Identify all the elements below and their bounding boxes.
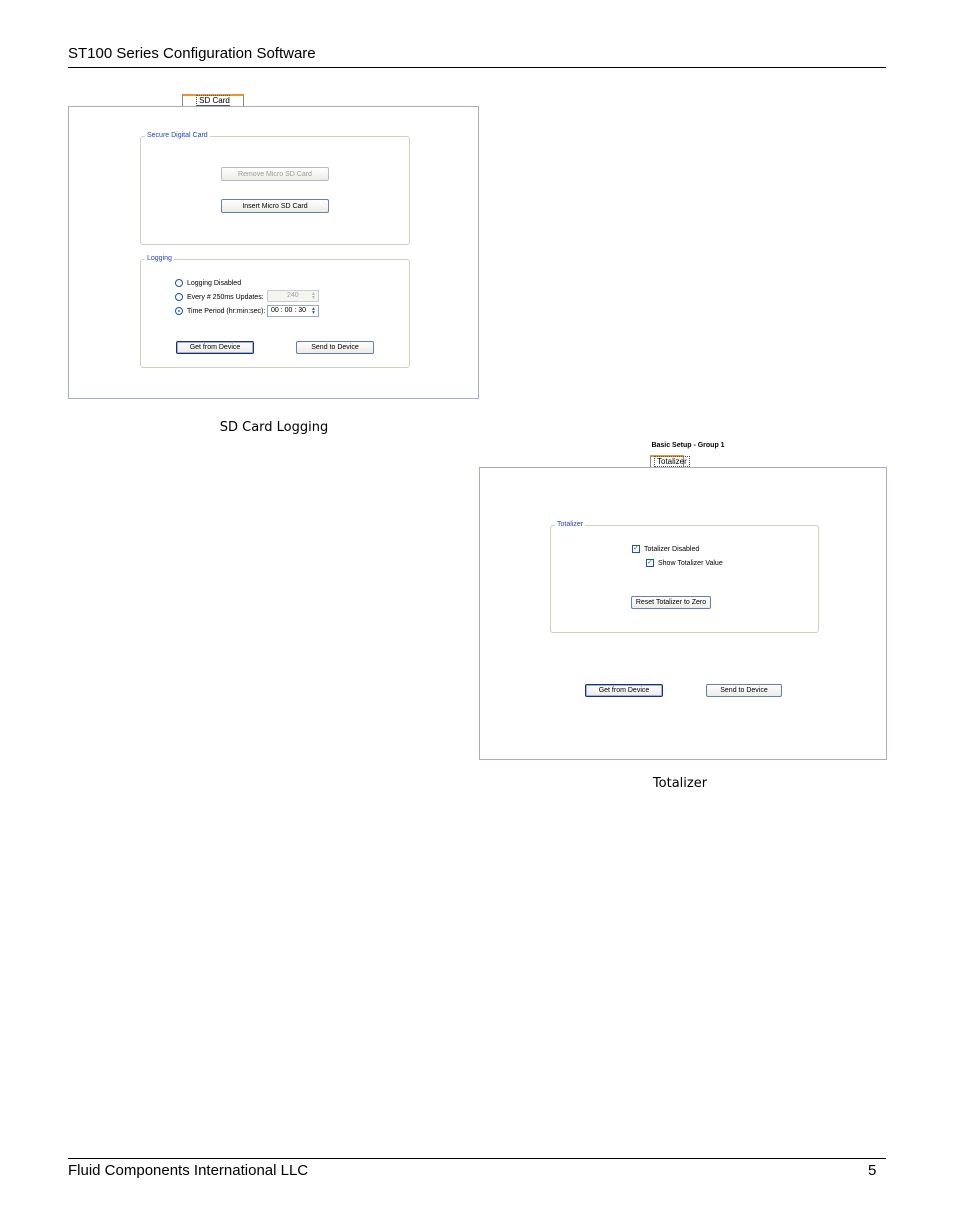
every-updates-radio[interactable]: [175, 293, 183, 301]
stepper-arrows-icon[interactable]: ▲ ▼: [310, 307, 317, 316]
show-totalizer-value-label: Show Totalizer Value: [658, 560, 723, 567]
checkmark-icon: ✓: [647, 559, 653, 566]
totalizer-disabled-label: Totalizer Disabled: [644, 546, 700, 553]
time-period-stepper[interactable]: 00 : 00 : 30 ▲ ▼: [267, 305, 319, 317]
time-period-radio[interactable]: [175, 307, 183, 315]
sd-card-logging-caption: SD Card Logging: [219, 420, 329, 435]
stepper-arrows-icon[interactable]: ▲ ▼: [310, 292, 317, 301]
page-header-title: ST100 Series Configuration Software: [68, 45, 316, 62]
logging-disabled-label: Logging Disabled: [187, 280, 242, 287]
footer-company: Fluid Components International LLC: [68, 1162, 309, 1179]
groupbox-label: Totalizer: [555, 521, 586, 529]
send-to-device-button[interactable]: Send to Device: [706, 684, 782, 697]
every-updates-stepper[interactable]: 240 ▲ ▼: [267, 290, 319, 302]
checkmark-icon: ✓: [633, 545, 639, 552]
get-from-device-button[interactable]: Get from Device: [176, 341, 254, 354]
totalizer-caption: Totalizer: [652, 776, 708, 791]
tab-label: Totalizer: [654, 456, 690, 467]
sd-card-logging-panel: Secure Digital Card Remove Micro SD Card…: [68, 106, 479, 399]
logging-disabled-radio[interactable]: [175, 279, 183, 287]
time-period-label: Time Period (hr:min:sec):: [187, 308, 266, 315]
totalizer-disabled-checkbox[interactable]: ✓: [632, 545, 640, 553]
logging-group: Logging Logging Disabled Every # 250ms U…: [140, 255, 410, 368]
remove-micro-sd-card-button[interactable]: Remove Micro SD Card: [221, 167, 329, 181]
every-updates-label: Every # 250ms Updates:: [187, 294, 264, 301]
show-totalizer-value-checkbox[interactable]: ✓: [646, 559, 654, 567]
insert-micro-sd-card-button[interactable]: Insert Micro SD Card: [221, 199, 329, 213]
send-to-device-button[interactable]: Send to Device: [296, 341, 374, 354]
groupbox-label: Logging: [145, 255, 174, 263]
time-period-value: 00 : 00 : 30: [271, 307, 307, 314]
every-updates-value: 240: [287, 292, 299, 299]
basic-setup-group-title: Basic Setup - Group 1: [651, 442, 725, 449]
header-rule: [68, 67, 886, 68]
footer-rule: [68, 1158, 886, 1159]
secure-digital-card-group: Secure Digital Card Remove Micro SD Card…: [140, 132, 410, 245]
groupbox-label: Secure Digital Card: [145, 132, 210, 140]
get-from-device-button[interactable]: Get from Device: [585, 684, 663, 697]
totalizer-group: Totalizer ✓ Totalizer Disabled ✓ Show To…: [550, 521, 819, 633]
reset-totalizer-button[interactable]: Reset Totalizer to Zero: [631, 596, 711, 609]
page-number: 5: [868, 1162, 877, 1179]
totalizer-panel: Totalizer ✓ Totalizer Disabled ✓ Show To…: [479, 467, 887, 760]
